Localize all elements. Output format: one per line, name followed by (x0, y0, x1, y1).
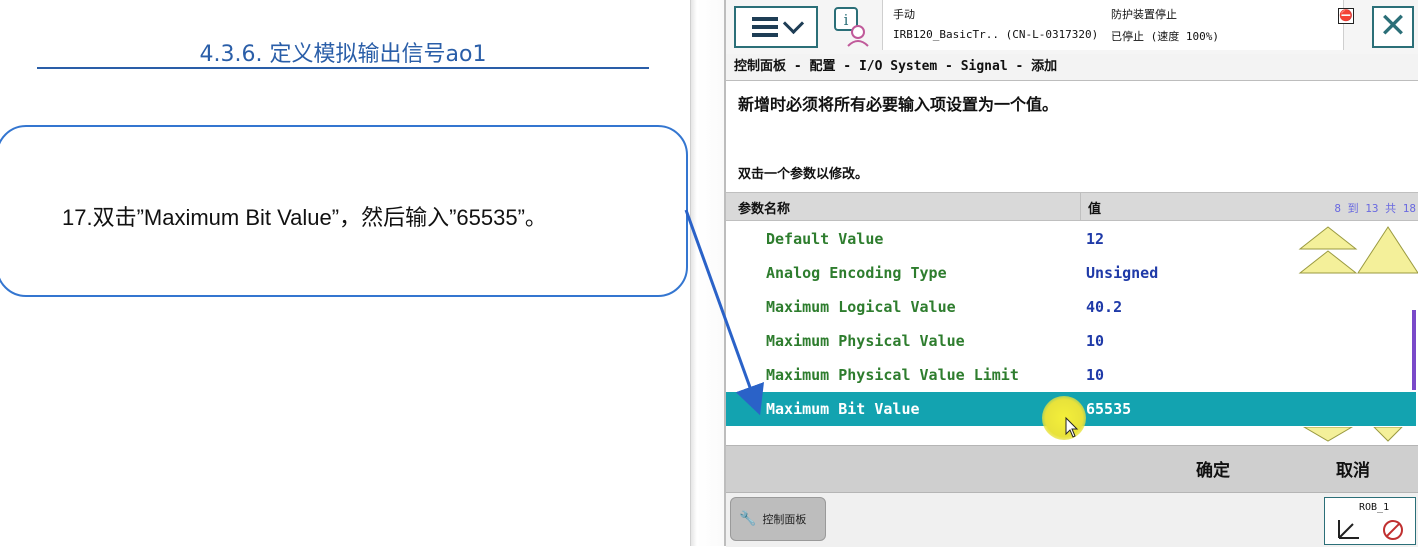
param-value: 10 (1086, 366, 1105, 384)
divider-strip (690, 0, 725, 546)
column-divider (1080, 193, 1081, 220)
touch-indicator (1042, 396, 1086, 440)
run-state: 已停止 (速度 100%) (1111, 30, 1219, 43)
scroll-down-icon[interactable] (1373, 427, 1403, 442)
table-row[interactable]: Maximum Physical Value 10 (726, 324, 1416, 358)
column-header-name: 参数名称 (738, 202, 791, 217)
row-count: 8 到 13 共 18 (1334, 202, 1416, 215)
close-icon[interactable]: ✕ (1372, 6, 1414, 48)
param-value: 10 (1086, 332, 1105, 350)
param-name: Maximum Bit Value (766, 400, 920, 418)
instruction-sub: 双击一个参数以修改。 (738, 167, 869, 182)
top-bar: i 手动 IRB120_BasicTr.. (CN-L-0317320) 防护装… (726, 0, 1418, 54)
scroll-down-controls (1303, 427, 1403, 442)
param-name: Analog Encoding Type (766, 264, 947, 282)
svg-text:i: i (844, 11, 849, 29)
mode-text: 手动 (893, 8, 915, 21)
chevron-down-icon (782, 12, 804, 34)
scroll-up-controls (1298, 226, 1418, 274)
title-underline (37, 67, 649, 69)
column-header-value: 值 (1088, 202, 1102, 217)
quickset-button[interactable]: ROB_1 (1324, 497, 1416, 545)
instruction-text: 17.双击”Maximum Bit Value”，然后输入”65535”。 (62, 205, 547, 230)
param-name: Maximum Physical Value Limit (766, 366, 1019, 384)
jog-coordinate-icon (1338, 520, 1403, 540)
param-name: Maximum Physical Value (766, 332, 965, 350)
table-row[interactable]: Maximum Logical Value 40.2 (726, 290, 1416, 324)
instruction-main: 新增时必须将所有必要输入项设置为一个值。 (738, 95, 1059, 114)
motors-off-icon: ⛔ (1338, 8, 1354, 24)
control-panel-task-button[interactable]: 🔧 控制面板 (730, 497, 826, 541)
breadcrumb: 控制面板 - 配置 - I/O System - Signal - 添加 (734, 59, 1058, 74)
scrollbar[interactable] (1412, 310, 1416, 390)
event-log-icon[interactable]: i (832, 6, 872, 48)
scroll-up-icon[interactable] (1357, 226, 1418, 274)
hamburger-icon (751, 17, 778, 37)
slide-panel: 4.3.6. 定义模拟输出信号ao1 17.双击”Maximum Bit Val… (0, 0, 690, 546)
flexpendant-window: i 手动 IRB120_BasicTr.. (CN-L-0317320) 防护装… (724, 0, 1418, 547)
parameter-panel: 新增时必须将所有必要输入项设置为一个值。 双击一个参数以修改。 参数名称 值 8… (726, 81, 1418, 445)
wrench-icon: 🔧 (739, 511, 757, 527)
page-down-icon[interactable] (1303, 427, 1353, 442)
controller-name: IRB120_BasicTr.. (CN-L-0317320) (893, 28, 1099, 41)
protection-status: 防护装置停止 (1111, 8, 1177, 21)
param-value: 65535 (1086, 400, 1132, 418)
ok-button[interactable]: 确定 (1196, 456, 1230, 481)
param-value: 40.2 (1086, 298, 1123, 316)
table-header: 参数名称 值 8 到 13 共 18 (726, 192, 1418, 221)
task-label: 控制面板 (762, 513, 807, 526)
page-up-icon[interactable] (1298, 226, 1358, 274)
param-value: 12 (1086, 230, 1105, 248)
task-bar: 🔧 控制面板 ROB_1 (726, 492, 1418, 547)
status-panel: 手动 IRB120_BasicTr.. (CN-L-0317320) 防护装置停… (882, 0, 1344, 50)
slide-title: 4.3.6. 定义模拟输出信号ao1 (199, 42, 487, 67)
main-menu-button[interactable] (734, 6, 818, 48)
dialog-footer: 确定 取消 (726, 445, 1418, 492)
param-value: Unsigned (1086, 264, 1159, 282)
cancel-button[interactable]: 取消 (1336, 456, 1370, 481)
param-name: Default Value (766, 230, 884, 248)
param-name: Maximum Logical Value (766, 298, 956, 316)
table-row[interactable]: Maximum Physical Value Limit 10 (726, 358, 1416, 392)
